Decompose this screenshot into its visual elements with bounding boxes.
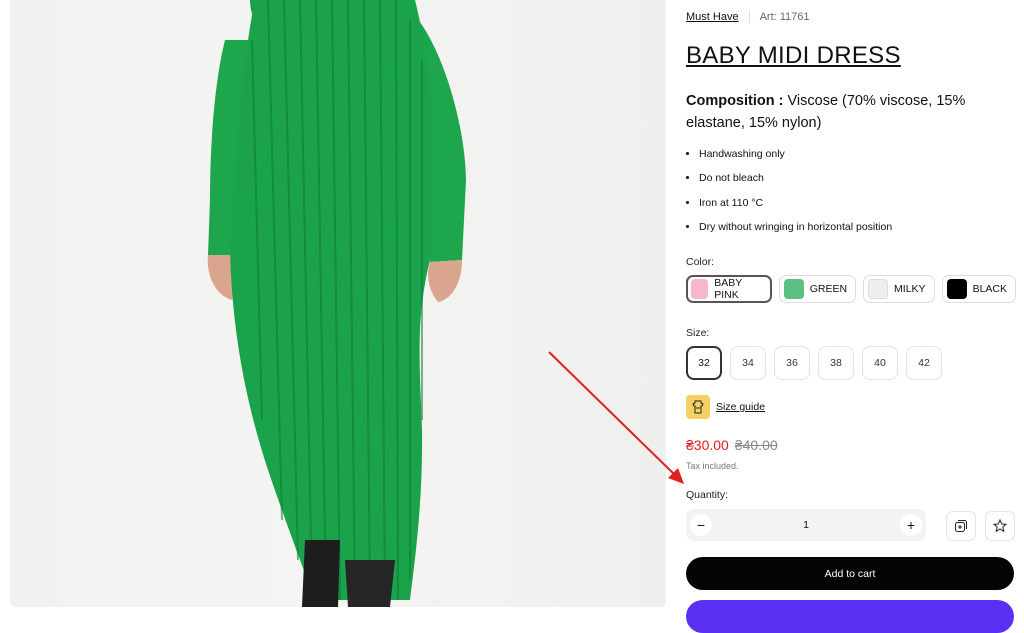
- buy-now-button[interactable]: [686, 600, 1014, 633]
- care-item: Do not bleach: [699, 169, 892, 193]
- composition-label: Composition :: [686, 93, 784, 109]
- color-option-green[interactable]: GREEN: [778, 275, 857, 303]
- price: ₴30.00 ₴40.00: [686, 437, 778, 453]
- compare-button[interactable]: [946, 511, 976, 541]
- color-name: BLACK: [972, 283, 1007, 295]
- tax-note: Tax included.: [686, 461, 739, 471]
- color-chip: [868, 279, 889, 299]
- quantity-label: Quantity:: [686, 489, 729, 501]
- meta-divider: [748, 11, 750, 23]
- product-title: BABY MIDI DRESS: [686, 42, 901, 69]
- size-option-40[interactable]: 40: [862, 346, 898, 380]
- care-item: Handwashing only: [699, 145, 892, 169]
- quantity-value[interactable]: 1: [803, 519, 809, 531]
- composition: Composition : Viscose (70% viscose, 15% …: [686, 90, 1016, 134]
- care-item: Iron at 110 °C: [699, 194, 892, 218]
- star-icon: [993, 519, 1007, 533]
- size-option-36[interactable]: 36: [774, 346, 810, 380]
- compare-icon: [955, 520, 967, 532]
- old-price: ₴40.00: [734, 437, 778, 453]
- article-number: Art: 11761: [759, 11, 810, 23]
- size-guide-label: Size guide: [716, 401, 766, 413]
- color-option-baby-pink[interactable]: BABY PINK: [686, 275, 772, 303]
- size-option-38[interactable]: 38: [818, 346, 854, 380]
- size-options: 32 34 36 38 40 42: [686, 346, 942, 380]
- quantity-decrease-button[interactable]: −: [690, 514, 712, 536]
- size-option-34[interactable]: 34: [730, 346, 766, 380]
- size-guide-link[interactable]: Size guide: [686, 395, 765, 419]
- quantity-stepper: − 1 +: [686, 509, 926, 541]
- size-label: Size:: [686, 327, 710, 339]
- color-chip: [946, 279, 967, 299]
- color-name: MILKY: [894, 283, 926, 295]
- care-item: Dry without wringing in horizontal posit…: [699, 218, 892, 242]
- add-to-cart-button[interactable]: Add to cart: [686, 557, 1014, 590]
- product-meta: Must Have Art: 11761: [686, 11, 810, 23]
- size-option-42[interactable]: 42: [906, 346, 942, 380]
- product-photo-illustration: [207, 0, 466, 607]
- color-name: BABY PINK: [714, 277, 743, 301]
- wishlist-button[interactable]: [985, 511, 1015, 541]
- care-instructions: Handwashing only Do not bleach Iron at 1…: [686, 145, 892, 242]
- product-image[interactable]: [10, 0, 666, 607]
- size-guide-icon: [686, 395, 710, 419]
- quantity-increase-button[interactable]: +: [900, 514, 922, 536]
- color-option-black[interactable]: BLACK: [941, 275, 1016, 303]
- color-name: GREEN: [809, 283, 848, 295]
- color-chip: [783, 279, 804, 299]
- color-chip: [691, 279, 709, 299]
- size-option-32[interactable]: 32: [686, 346, 722, 380]
- color-option-milky[interactable]: MILKY: [863, 275, 935, 303]
- current-price: ₴30.00: [686, 437, 729, 453]
- color-label: Color:: [686, 256, 715, 268]
- brand-link[interactable]: Must Have: [686, 11, 739, 23]
- color-options: BABY PINK GREEN MILKY BLACK: [686, 275, 1016, 303]
